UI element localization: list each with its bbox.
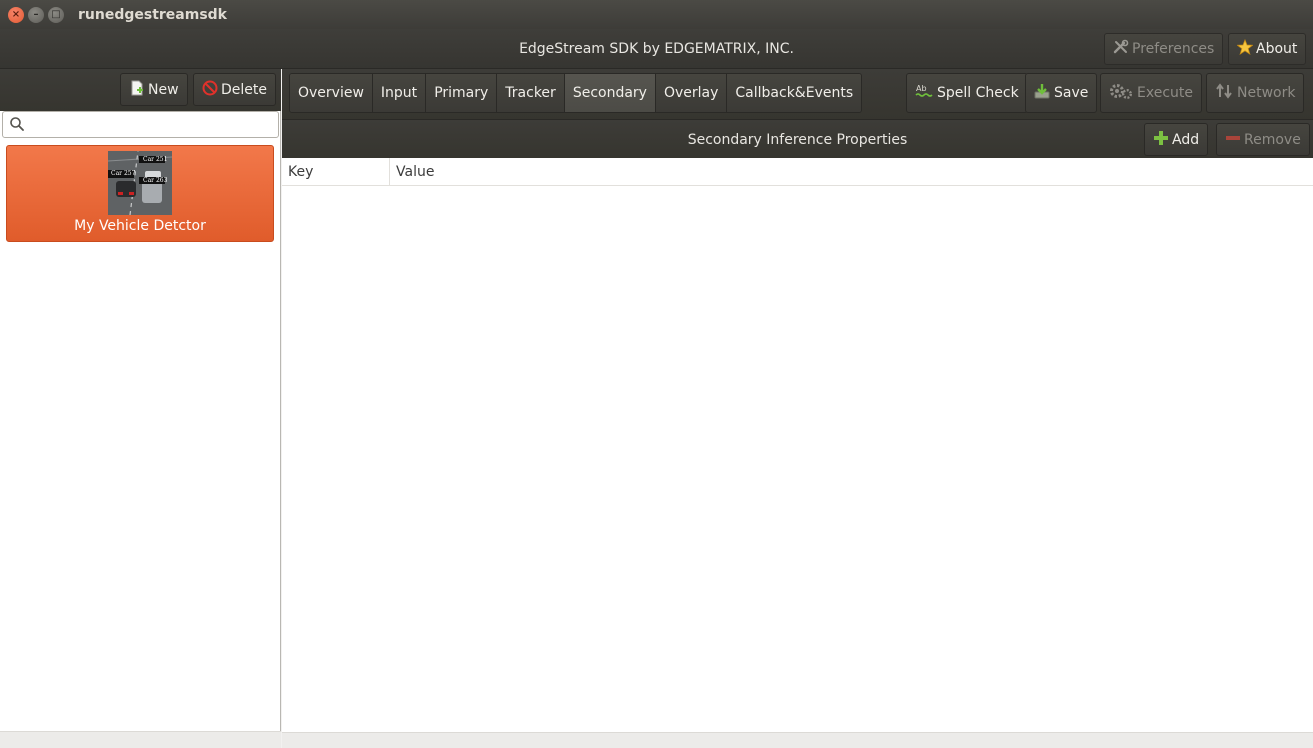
minus-icon (1225, 130, 1241, 150)
tab-overlay[interactable]: Overlay (655, 74, 728, 112)
search-field[interactable] (2, 111, 279, 138)
column-header-value[interactable]: Value (390, 158, 434, 186)
about-button[interactable]: About (1228, 33, 1307, 65)
close-icon: × (11, 9, 21, 20)
preferences-button[interactable]: Preferences (1104, 33, 1224, 65)
thumb-tag: Car 263 (143, 177, 168, 184)
new-button[interactable]: New (120, 73, 188, 106)
thumb-tag: Car 257 (111, 170, 136, 177)
main-toolbar: Overview Input Primary Tracker Secondary… (282, 69, 1313, 119)
save-label: Save (1054, 85, 1089, 101)
tab-bar: Overview Input Primary Tracker Secondary… (289, 73, 863, 113)
svg-text:Ab: Ab (916, 84, 927, 93)
no-entry-icon (202, 80, 218, 100)
add-button[interactable]: Add (1144, 123, 1209, 156)
tab-primary[interactable]: Primary (426, 74, 498, 112)
sidebar-statusbar (0, 731, 281, 748)
delete-button[interactable]: Delete (193, 73, 276, 106)
spell-check-label: Spell Check (937, 85, 1019, 101)
list-item[interactable]: Car 251 Car 257 Car 263 My Vehicle Detct… (6, 145, 274, 242)
sidebar-toolbar: New Delete (0, 69, 281, 111)
remove-label: Remove (1244, 131, 1301, 148)
execute-button[interactable]: Execute (1100, 73, 1202, 113)
window-controls: × – □ (8, 6, 64, 23)
remove-button[interactable]: Remove (1216, 123, 1310, 156)
network-label: Network (1237, 85, 1296, 101)
tab-secondary[interactable]: Secondary (564, 74, 656, 112)
tab-overview[interactable]: Overview (290, 74, 373, 112)
preferences-label: Preferences (1132, 41, 1215, 57)
save-button[interactable]: Save (1025, 73, 1098, 113)
project-sidebar: New Delete Car 251 Car 257 Car 263 My Ve… (0, 69, 281, 748)
minimize-icon: – (33, 9, 39, 20)
window-title: runedgestreamsdk (78, 6, 227, 23)
column-header-key[interactable]: Key (282, 158, 390, 186)
save-icon (1034, 83, 1050, 103)
gears-icon (1109, 82, 1133, 104)
up-down-arrows-icon (1215, 83, 1233, 103)
search-input[interactable] (27, 114, 275, 135)
table-header: Key Value (282, 158, 1313, 186)
about-label: About (1256, 41, 1298, 57)
new-label: New (148, 81, 179, 98)
window-titlebar: × – □ runedgestreamsdk (0, 0, 1313, 29)
properties-table[interactable]: Key Value (282, 158, 1313, 732)
thumb-tag: Car 251 (143, 156, 168, 163)
spell-check-icon: Ab (915, 82, 933, 104)
window-close-button[interactable]: × (8, 6, 24, 23)
properties-header: Secondary Inference Properties Add Remov… (282, 119, 1313, 158)
plus-icon (1153, 130, 1169, 150)
spell-check-button[interactable]: Ab Spell Check (906, 73, 1028, 113)
network-button[interactable]: Network (1206, 73, 1305, 113)
window-minimize-button[interactable]: – (28, 6, 44, 23)
tab-callback-events[interactable]: Callback&Events (727, 74, 862, 112)
main-statusbar (282, 732, 1313, 748)
star-icon (1236, 38, 1254, 59)
item-thumbnail: Car 251 Car 257 Car 263 (108, 151, 172, 215)
tools-icon (1113, 39, 1129, 59)
new-document-icon (129, 80, 145, 100)
maximize-icon: □ (51, 9, 61, 20)
execute-label: Execute (1137, 85, 1193, 101)
add-label: Add (1172, 131, 1200, 148)
tab-input[interactable]: Input (372, 74, 427, 112)
search-icon (9, 116, 25, 136)
header-bar: EdgeStream SDK by EDGEMATRIX, INC. Prefe… (0, 29, 1313, 69)
tab-tracker[interactable]: Tracker (497, 74, 565, 112)
window-maximize-button[interactable]: □ (48, 6, 64, 23)
list-item-label: My Vehicle Detctor (74, 218, 206, 234)
delete-label: Delete (221, 81, 267, 98)
